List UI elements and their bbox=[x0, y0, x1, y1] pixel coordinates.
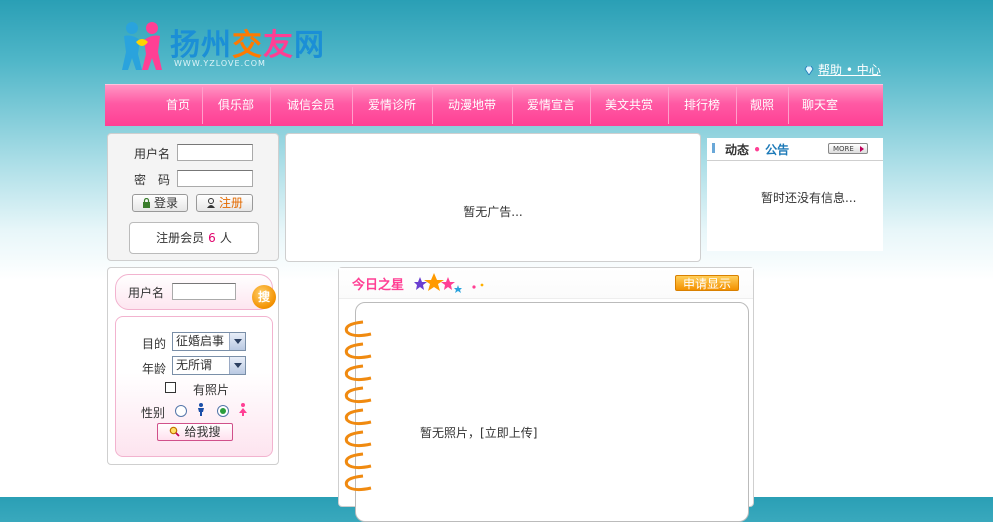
chevron-down-icon bbox=[229, 333, 245, 350]
purpose-label: 目的 bbox=[142, 337, 167, 351]
nav-item-love-declaration[interactable]: 爱情宣言 bbox=[513, 85, 589, 126]
password-input[interactable] bbox=[177, 170, 253, 187]
nav-item-home[interactable]: 首页 bbox=[155, 85, 201, 126]
nav-item-club[interactable]: 俱乐部 bbox=[203, 85, 269, 126]
username-label: 用户名 bbox=[134, 147, 171, 161]
news-header: 动态 • 公告 MORE bbox=[707, 138, 883, 161]
register-button-label: 注册 bbox=[218, 196, 243, 210]
stars-decoration-icon bbox=[414, 273, 484, 293]
search-username-label: 用户名 bbox=[128, 286, 165, 300]
nav-item-verified-members[interactable]: 诚信会员 bbox=[271, 85, 351, 126]
star-of-day-panel: 今日之星 申请显示 暂无照片，[立即上传] bbox=[338, 267, 754, 522]
register-button[interactable]: 注册 bbox=[196, 194, 253, 212]
site-logo[interactable]: 扬州交友网 WWW.YZLOVE.COM bbox=[118, 18, 333, 74]
star-empty-label: 暂无照片， bbox=[420, 426, 481, 440]
search-submit-button[interactable]: 给我搜 bbox=[157, 423, 233, 441]
nav-item-essays[interactable]: 美文共赏 bbox=[591, 85, 667, 126]
age-label: 年龄 bbox=[142, 362, 167, 376]
star-empty-text: 暂无照片，[立即上传] bbox=[420, 424, 537, 441]
magnifier-icon bbox=[170, 426, 181, 437]
nav-item-chatroom[interactable]: 聊天室 bbox=[789, 85, 851, 126]
chevron-down-icon bbox=[229, 357, 245, 374]
quick-search-box: 用户名 搜 bbox=[115, 274, 276, 310]
nav-item-anime-zone[interactable]: 动漫地带 bbox=[433, 85, 511, 126]
couple-logo-icon bbox=[122, 22, 162, 70]
help-center-label: 帮助 • 中心 bbox=[818, 63, 881, 77]
lock-icon bbox=[142, 197, 150, 208]
news-empty-text: 暂时还没有信息... bbox=[761, 191, 857, 205]
female-icon bbox=[239, 403, 247, 416]
news-more-button[interactable]: MORE bbox=[828, 143, 868, 154]
purpose-selected: 征婚启事 bbox=[176, 334, 225, 348]
gender-female-radio[interactable] bbox=[217, 405, 229, 417]
purpose-select[interactable]: 征婚启事 bbox=[172, 332, 246, 351]
advanced-search-box: 目的 征婚启事 年龄 无所谓 有照片 性别 给我搜 bbox=[115, 316, 273, 457]
star-of-day-title: 今日之星 bbox=[352, 278, 405, 293]
apply-display-button[interactable]: 申请显示 bbox=[675, 275, 739, 291]
age-select[interactable]: 无所谓 bbox=[172, 356, 246, 375]
notebook-spiral-icon bbox=[344, 320, 372, 492]
nav-item-rankings[interactable]: 排行榜 bbox=[669, 85, 735, 126]
logo-text: 扬州交友网 bbox=[170, 28, 325, 63]
member-count-suffix: 人 bbox=[219, 231, 232, 245]
member-count-value: 6 bbox=[208, 231, 216, 245]
has-photo-label: 有照片 bbox=[193, 383, 230, 397]
login-button[interactable]: 登录 bbox=[132, 194, 188, 212]
search-username-input[interactable] bbox=[172, 283, 236, 300]
news-title-part2: 公告 bbox=[765, 143, 790, 157]
register-user-icon bbox=[206, 198, 215, 208]
age-selected: 无所谓 bbox=[176, 358, 213, 372]
help-center-link[interactable]: 帮助 • 中心 bbox=[804, 61, 881, 78]
gender-male-radio[interactable] bbox=[175, 405, 187, 417]
ad-placeholder-text: 暂无广告... bbox=[463, 205, 523, 219]
nav-item-love-clinic[interactable]: 爱情诊所 bbox=[353, 85, 431, 126]
login-button-label: 登录 bbox=[153, 196, 178, 210]
notebook-frame: 暂无照片，[立即上传] bbox=[355, 302, 749, 522]
news-title-separator: • bbox=[753, 143, 761, 157]
quick-search-button[interactable]: 搜 bbox=[252, 285, 276, 309]
ad-panel: 暂无广告... bbox=[285, 133, 701, 262]
username-input[interactable] bbox=[177, 144, 253, 161]
male-icon bbox=[198, 403, 204, 416]
main-nav: 首页 俱乐部 诚信会员 爱情诊所 动漫地带 爱情宣言 美文共赏 排行榜 靓照 聊… bbox=[105, 84, 883, 126]
news-body: 暂时还没有信息... bbox=[707, 161, 883, 251]
news-bullet-icon bbox=[712, 143, 715, 153]
news-title-part1: 动态 bbox=[725, 143, 750, 157]
search-panel: 用户名 搜 目的 征婚启事 年龄 无所谓 有照片 性别 给我搜 bbox=[107, 267, 279, 465]
nav-item-photos[interactable]: 靓照 bbox=[737, 85, 787, 126]
gender-label: 性别 bbox=[141, 406, 166, 420]
diamond-icon bbox=[804, 66, 814, 75]
search-submit-label: 给我搜 bbox=[184, 425, 221, 439]
member-count-prefix: 注册会员 bbox=[156, 231, 205, 245]
news-title: 动态 • 公告 bbox=[725, 141, 789, 158]
member-count-box: 注册会员 6 人 bbox=[129, 222, 259, 254]
password-label: 密 码 bbox=[134, 173, 171, 187]
login-panel: 用户名 密 码 登录 注册 注册会员 6 人 bbox=[107, 133, 279, 261]
upload-now-link[interactable]: [立即上传] bbox=[480, 426, 537, 440]
logo-url: WWW.YZLOVE.COM bbox=[174, 59, 266, 68]
has-photo-checkbox[interactable] bbox=[165, 382, 176, 393]
star-of-day-header: 今日之星 申请显示 bbox=[339, 268, 753, 299]
